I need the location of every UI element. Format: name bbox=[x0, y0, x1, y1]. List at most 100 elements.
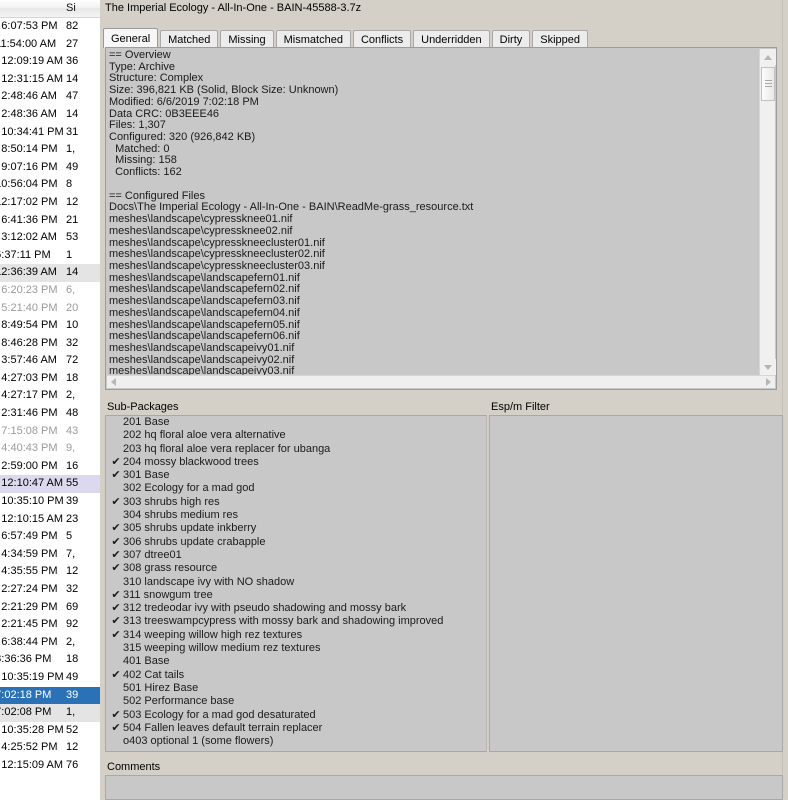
installer-row[interactable]: 17 6:41:36 PM 21 bbox=[0, 212, 100, 230]
installer-row[interactable]: 17 4:25:52 PM 12 bbox=[0, 739, 100, 757]
installer-row[interactable]: 17 12:10:47 AM55 bbox=[0, 475, 100, 494]
espm-filter-list[interactable] bbox=[489, 415, 783, 752]
installer-row[interactable]: 17 2:21:29 PM 69 bbox=[0, 599, 100, 617]
installer-row[interactable]: 17 4:35:55 PM 12 bbox=[0, 563, 100, 581]
sub-package-row[interactable]: 401 Base bbox=[106, 655, 486, 668]
sub-package-row[interactable]: 304 shrubs medium res bbox=[106, 509, 486, 522]
checkmark-icon[interactable]: ✔ bbox=[109, 549, 123, 562]
installer-row[interactable]: 17 8:49:54 PM 10 bbox=[0, 317, 100, 335]
scroll-up-icon[interactable] bbox=[760, 49, 776, 65]
installer-row[interactable]: 17 2:21:45 PM 92 bbox=[0, 616, 100, 634]
installer-row[interactable]: 17 10:35:10 PM39 bbox=[0, 493, 100, 511]
scroll-down-icon[interactable] bbox=[760, 359, 776, 375]
sub-package-row[interactable]: ✔ 314 weeping willow high rez textures bbox=[106, 629, 486, 642]
installer-row[interactable]: 17 8:50:14 PM 1, bbox=[0, 141, 100, 159]
installer-row[interactable]: 17 5:21:40 PM 20 bbox=[0, 300, 100, 318]
installer-row[interactable]: 9 4:20:39 PM45 bbox=[0, 775, 100, 778]
installer-row[interactable]: 7 12:17:02 PM 12 bbox=[0, 194, 100, 212]
checkmark-icon[interactable]: ✔ bbox=[109, 615, 123, 628]
checkmark-icon[interactable]: ✔ bbox=[109, 562, 123, 575]
checkmark-icon[interactable]: ✔ bbox=[109, 536, 123, 549]
package-info-textbox[interactable]: == Overview Type: Archive Structure: Com… bbox=[105, 47, 777, 390]
checkmark-icon[interactable]: ✔ bbox=[109, 496, 123, 509]
tab-mismatched[interactable]: Mismatched bbox=[275, 30, 351, 48]
tab-dirty[interactable]: Dirty bbox=[491, 30, 531, 48]
installer-row[interactable]: 17 6:07:53 PM 82 bbox=[0, 18, 100, 36]
comments-textbox[interactable] bbox=[105, 775, 783, 800]
installer-row[interactable]: 17 2:59:00 PM 16 bbox=[0, 458, 100, 476]
installer-row[interactable]: 17 4:27:17 PM 2, bbox=[0, 387, 100, 405]
installer-row[interactable]: 17 4:40:43 PM 9, bbox=[0, 440, 100, 458]
sub-package-row[interactable]: ✔ 504 Fallen leaves default terrain repla… bbox=[106, 722, 486, 735]
sub-package-row[interactable]: o403 optional 1 (some flowers) bbox=[106, 735, 486, 748]
sub-package-row[interactable]: 315 weeping willow medium rez textures bbox=[106, 642, 486, 655]
installer-row[interactable]: 17 2:48:36 AM 14 bbox=[0, 106, 100, 124]
checkmark-icon[interactable]: ✔ bbox=[109, 602, 123, 615]
installer-row[interactable]: 17 4:34:59 PM 7, bbox=[0, 546, 100, 564]
checkmark-icon[interactable]: ✔ bbox=[109, 456, 123, 469]
sub-package-row[interactable]: ✔ 204 mossy blackwood trees bbox=[106, 456, 486, 469]
sub-package-row[interactable]: ✔ 305 shrubs update inkberry bbox=[106, 522, 486, 535]
scroll-right-icon[interactable] bbox=[762, 376, 775, 388]
checkmark-icon[interactable]: ✔ bbox=[109, 722, 123, 735]
installer-row[interactable]: 17 2:31:46 PM 48 bbox=[0, 405, 100, 423]
sub-package-row[interactable]: 201 Base bbox=[106, 416, 486, 429]
installers-list-rows[interactable]: 17 6:07:53 PM827 11:54:00 AM2717 12:09:1… bbox=[0, 18, 100, 778]
checkmark-icon[interactable]: ✔ bbox=[109, 709, 123, 722]
tab-general[interactable]: General bbox=[103, 28, 159, 48]
sub-package-row[interactable]: ✔ 313 treeswampcypress with mossy bark an… bbox=[106, 615, 486, 628]
sub-package-row[interactable]: ✔ 307 dtree01 bbox=[106, 549, 486, 562]
installer-row[interactable]: 7 6:37:11 PM 1 bbox=[0, 247, 100, 265]
sub-package-row[interactable]: 310 landscape ivy with NO shadow bbox=[106, 576, 486, 589]
checkmark-icon[interactable]: ✔ bbox=[109, 589, 123, 602]
checkmark-icon[interactable]: ✔ bbox=[109, 522, 123, 535]
sub-package-row[interactable]: 203 hq floral aloe vera replacer for uba… bbox=[106, 443, 486, 456]
installer-row[interactable]: 17 2:27:24 PM 32 bbox=[0, 581, 100, 599]
scroll-left-icon[interactable] bbox=[107, 376, 120, 388]
tab-underridden[interactable]: Underridden bbox=[413, 30, 490, 48]
installer-row[interactable]: 17 12:10:15 AM23 bbox=[0, 511, 100, 529]
installer-row[interactable]: 9 7:02:18 PM 39 bbox=[0, 686, 100, 705]
sub-package-row[interactable]: ✔ 306 shrubs update crabapple bbox=[106, 536, 486, 549]
column-header-size[interactable]: Si bbox=[66, 2, 88, 14]
installer-row[interactable]: 17 10:35:28 PM52 bbox=[0, 722, 100, 740]
tab-matched[interactable]: Matched bbox=[160, 30, 219, 48]
installer-row[interactable]: 17 2:48:46 AM 47 bbox=[0, 88, 100, 106]
tab-conflicts[interactable]: Conflicts bbox=[352, 30, 412, 48]
installer-row[interactable]: 17 6:20:23 PM 6, bbox=[0, 282, 100, 300]
info-vertical-scrollbar[interactable] bbox=[759, 49, 776, 375]
sub-package-row[interactable]: ✔ 503 Ecology for a mad god desaturated bbox=[106, 709, 486, 722]
sub-package-row[interactable]: ✔ 301 Base bbox=[106, 469, 486, 482]
detail-tabstrip[interactable]: General Matched Missing Mismatched Conflicts… bbox=[103, 28, 783, 48]
installer-row[interactable]: 17 10:34:41 PM31 bbox=[0, 124, 100, 142]
sub-package-row[interactable]: ✔ 311 snowgum tree bbox=[106, 589, 486, 602]
installer-row[interactable]: 17 12:31:15 AM14 bbox=[0, 71, 100, 89]
sub-packages-list[interactable]: 201 Base 202 hq floral aloe vera alternat… bbox=[105, 415, 487, 752]
installer-row[interactable]: 17 12:09:19 AM36 bbox=[0, 53, 100, 71]
sub-package-row[interactable]: 302 Ecology for a mad god bbox=[106, 482, 486, 495]
sub-package-row[interactable]: ✔ 402 Cat tails bbox=[106, 669, 486, 682]
sub-package-row[interactable]: 501 Hirez Base bbox=[106, 682, 486, 695]
scrollbar-thumb[interactable] bbox=[761, 67, 775, 101]
sub-package-row[interactable]: ✔ 312 tredeodar ivy with pseudo shadowing… bbox=[106, 602, 486, 615]
installer-row[interactable]: 17 6:57:49 PM 5 bbox=[0, 528, 100, 546]
installers-list-header[interactable]: Si bbox=[0, 0, 100, 18]
installer-row[interactable]: 17 8:46:28 PM 32 bbox=[0, 335, 100, 353]
installer-row[interactable]: 17 7:15:08 PM 43 bbox=[0, 423, 100, 441]
info-horizontal-scrollbar[interactable] bbox=[107, 375, 775, 388]
installer-row[interactable]: 7 10:56:04 PM 8 bbox=[0, 176, 100, 194]
installer-row[interactable]: 17 6:38:44 PM 2, bbox=[0, 634, 100, 652]
installer-row[interactable]: 17 4:27:03 PM 18 bbox=[0, 370, 100, 388]
installers-list-panel[interactable]: Si 17 6:07:53 PM827 11:54:00 AM2717 12:0… bbox=[0, 0, 101, 800]
checkmark-icon[interactable]: ✔ bbox=[109, 629, 123, 642]
checkmark-icon[interactable]: ✔ bbox=[109, 669, 123, 682]
installer-row[interactable]: 7 12:36:39 AM 14 bbox=[0, 264, 100, 282]
sub-package-row[interactable]: ✔ 303 shrubs high res bbox=[106, 496, 486, 509]
sub-package-row[interactable]: 502 Performance base bbox=[106, 695, 486, 708]
sub-package-row[interactable]: 202 hq floral aloe vera alternative bbox=[106, 429, 486, 442]
tab-skipped[interactable]: Skipped bbox=[532, 30, 589, 48]
installer-row[interactable]: 17 10:35:19 PM49 bbox=[0, 669, 100, 687]
tab-missing[interactable]: Missing bbox=[220, 30, 274, 48]
checkmark-icon[interactable]: ✔ bbox=[109, 469, 123, 482]
installer-row[interactable]: 17 3:12:02 AM 53 bbox=[0, 229, 100, 247]
